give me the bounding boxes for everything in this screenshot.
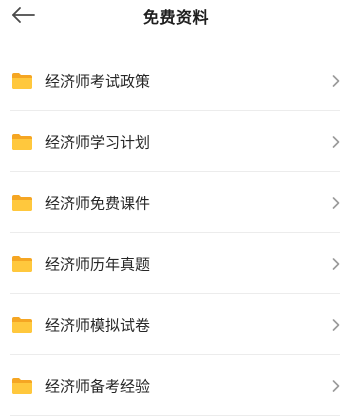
list-item-label: 经济师模拟试卷 <box>45 316 151 334</box>
chevron-right-icon <box>332 74 340 87</box>
folder-icon <box>12 72 32 89</box>
chevron-right-icon <box>332 257 340 270</box>
list-item[interactable]: 经济师历年真题 <box>0 233 352 294</box>
list-item[interactable]: 经济师学习计划 <box>0 111 352 172</box>
list-item-label: 经济师备考经验 <box>45 377 151 395</box>
list-item[interactable]: 经济师模拟试卷 <box>0 294 352 355</box>
page-title: 免费资料 <box>142 8 209 27</box>
folder-icon <box>12 133 32 150</box>
list-item-label: 经济师历年真题 <box>45 255 151 273</box>
chevron-right-icon <box>332 196 340 209</box>
list-item-label: 经济师学习计划 <box>45 133 151 151</box>
chevron-right-icon <box>332 379 340 392</box>
list-item[interactable]: 经济师备考经验 <box>0 355 352 416</box>
list-item[interactable]: 经济师免费课件 <box>0 172 352 233</box>
list-item-label: 经济师免费课件 <box>45 194 151 212</box>
folder-icon <box>12 194 32 211</box>
list-item[interactable]: 经济师考试政策 <box>0 50 352 111</box>
chevron-right-icon <box>332 135 340 148</box>
header-bar: 免费资料 <box>0 0 352 36</box>
chevron-right-icon <box>332 318 340 331</box>
folder-icon <box>12 255 32 272</box>
folder-icon <box>12 377 32 394</box>
folder-icon <box>12 316 32 333</box>
list-item-label: 经济师考试政策 <box>45 72 151 90</box>
resource-list: 经济师考试政策 经济师学习计划 经济师免费课件 经济师历年真题 经济师模拟试卷 … <box>0 50 352 416</box>
